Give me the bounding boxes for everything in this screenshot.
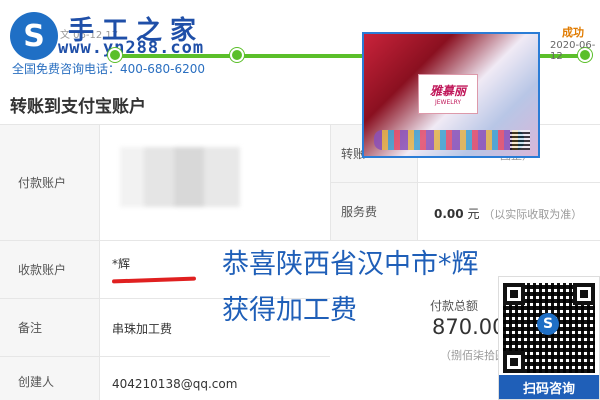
logo-glyph: S	[23, 18, 45, 54]
hotline-text: 全国免费咨询电话：400-680-6200	[12, 62, 206, 76]
site-logo-icon[interactable]: S	[10, 12, 58, 60]
product-brand: 雅慕丽	[429, 84, 466, 98]
payee-name: *辉	[112, 257, 131, 271]
product-box: 雅慕丽 JEWELRY	[418, 74, 478, 114]
qr-finder-icon	[503, 283, 525, 305]
payment-total-value: 870.00	[432, 315, 506, 339]
page-title: 转账到支付宝账户	[10, 97, 146, 117]
creator-value: 404210138@qq.com	[112, 377, 238, 391]
remark-label: 备注	[0, 299, 100, 356]
product-image[interactable]: 雅慕丽 JEWELRY	[362, 32, 540, 158]
service-fee-amount: 0.00	[434, 207, 464, 221]
service-fee-value: 0.00 元 （以实际收取为准）	[434, 205, 582, 222]
qr-finder-icon	[573, 283, 595, 305]
remark-value: 串珠加工费	[112, 322, 173, 336]
progress-step-dot	[108, 48, 122, 62]
qr-finder-icon	[503, 351, 525, 373]
creator-label: 创建人	[0, 357, 100, 400]
congrats-line-1: 恭喜陕西省汉中市*辉	[222, 249, 479, 280]
qr-center-logo-icon: S	[537, 313, 559, 335]
status-date: 2020-06-12	[550, 40, 596, 62]
mini-qr-icon	[510, 130, 530, 150]
qr-consult-widget[interactable]: S 扫码咨询	[498, 276, 600, 400]
payee-label: 收款账户	[0, 241, 100, 298]
payer-row: 付款账户	[0, 125, 330, 241]
product-brand-sub: JEWELRY	[434, 99, 462, 106]
payment-total-label: 付款总额	[430, 299, 479, 313]
progress-step-dot	[230, 48, 244, 62]
status-label: 成功	[562, 26, 584, 39]
payer-label: 付款账户	[0, 125, 100, 240]
payment-total-note: （捌佰柒拾圆	[440, 349, 506, 362]
blurred-account-info	[120, 147, 240, 207]
scan-consult-button[interactable]: 扫码咨询	[499, 375, 599, 399]
creator-row: 创建人 404210138@qq.com	[0, 357, 330, 400]
service-fee-unit: 元	[467, 207, 480, 221]
service-fee-row: 服务费 0.00 元 （以实际收取为准）	[330, 183, 600, 241]
service-fee-note: （以实际收取为准）	[483, 208, 583, 221]
service-fee-label: 服务费	[330, 183, 418, 240]
beads-decoration	[374, 130, 524, 150]
